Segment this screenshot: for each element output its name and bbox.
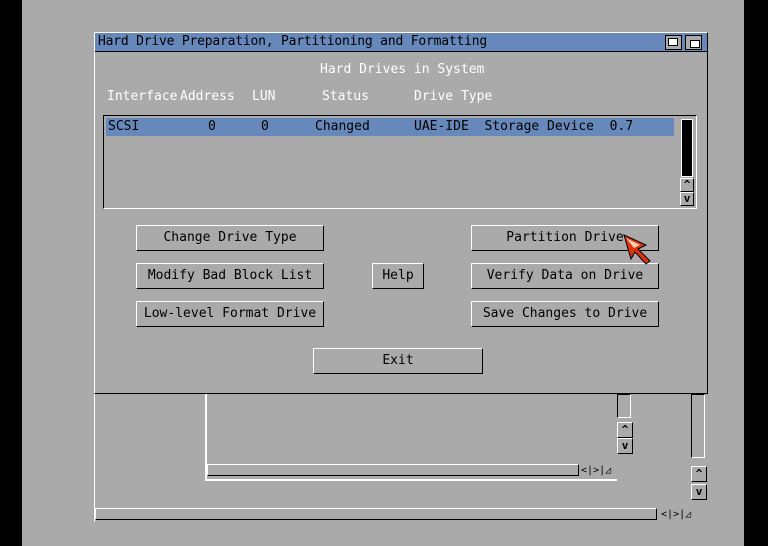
outer-vertical-scroll-knob[interactable] <box>691 394 705 458</box>
outer-resize-gadget-icon[interactable]: ◿ <box>685 509 691 520</box>
change-drive-type-button[interactable]: Change Drive Type <box>136 225 324 251</box>
list-scroll-knob[interactable] <box>681 119 693 177</box>
background-vertical-scroll-knob[interactable] <box>617 394 631 418</box>
background-scroll-right-arrow-icon[interactable]: > <box>593 465 599 476</box>
cell-address: 0 <box>208 119 216 134</box>
col-lun: LUN <box>252 89 276 104</box>
mouse-pointer-icon <box>623 234 651 265</box>
cell-drive-type: UAE-IDE Storage Device 0.7 <box>414 119 634 134</box>
col-status: Status <box>322 89 369 104</box>
background-window: ^ v <|>|◿ ^ v <|>|◿ <box>94 393 707 522</box>
outer-scroll-left-arrow-icon[interactable]: < <box>661 509 667 520</box>
title-bar[interactable]: Hard Drive Preparation, Partitioning and… <box>95 33 707 52</box>
resize-gadget-icon[interactable]: ◿ <box>605 465 611 476</box>
outer-horizontal-scroll-knob[interactable] <box>95 508 657 520</box>
save-changes-button[interactable]: Save Changes to Drive <box>471 301 659 327</box>
list-scroll-down-arrow-icon[interactable]: v <box>680 192 694 206</box>
modify-bad-block-list-button[interactable]: Modify Bad Block List <box>136 263 324 289</box>
depth-gadget-icon[interactable] <box>685 35 702 50</box>
col-interface: Interface <box>107 89 178 104</box>
outer-scroll-up-arrow-icon[interactable]: ^ <box>691 466 707 482</box>
outer-horizontal-arrows[interactable]: <|>|◿ <box>661 509 691 521</box>
zoom-gadget-icon[interactable] <box>665 35 682 50</box>
low-level-format-button[interactable]: Low-level Format Drive <box>136 301 324 327</box>
help-button[interactable]: Help <box>372 263 424 289</box>
background-scroll-down-arrow-icon[interactable]: v <box>617 438 633 454</box>
background-scroll-up-arrow-icon[interactable]: ^ <box>617 422 633 438</box>
background-scroll-left-arrow-icon[interactable]: < <box>581 465 587 476</box>
col-drive-type: Drive Type <box>414 89 493 104</box>
cell-status: Changed <box>315 119 370 134</box>
exit-button[interactable]: Exit <box>313 348 483 374</box>
window-title: Hard Drive Preparation, Partitioning and… <box>98 34 487 49</box>
background-inner-panel: ^ v <|>|◿ <box>205 394 633 481</box>
list-scrollbar[interactable]: ^ v <box>680 118 694 206</box>
hdtoolbox-window: Hard Drive Preparation, Partitioning and… <box>94 32 708 394</box>
list-scroll-up-arrow-icon[interactable]: ^ <box>680 178 694 192</box>
cell-lun: 0 <box>261 119 269 134</box>
background-horizontal-scroll-knob[interactable] <box>207 464 579 476</box>
outer-scroll-down-arrow-icon[interactable]: v <box>691 484 707 500</box>
outer-scroll-right-arrow-icon[interactable]: > <box>673 509 679 520</box>
col-address: Address <box>180 89 235 104</box>
drives-heading: Hard Drives in System <box>320 62 485 77</box>
drive-row-selected[interactable]: SCSI 0 0 Changed UAE-IDE Storage Device … <box>106 118 674 136</box>
background-horizontal-arrows[interactable]: <|>|◿ <box>581 465 611 477</box>
cell-interface: SCSI <box>108 119 140 134</box>
drive-list[interactable]: SCSI 0 0 Changed UAE-IDE Storage Device … <box>103 115 697 209</box>
